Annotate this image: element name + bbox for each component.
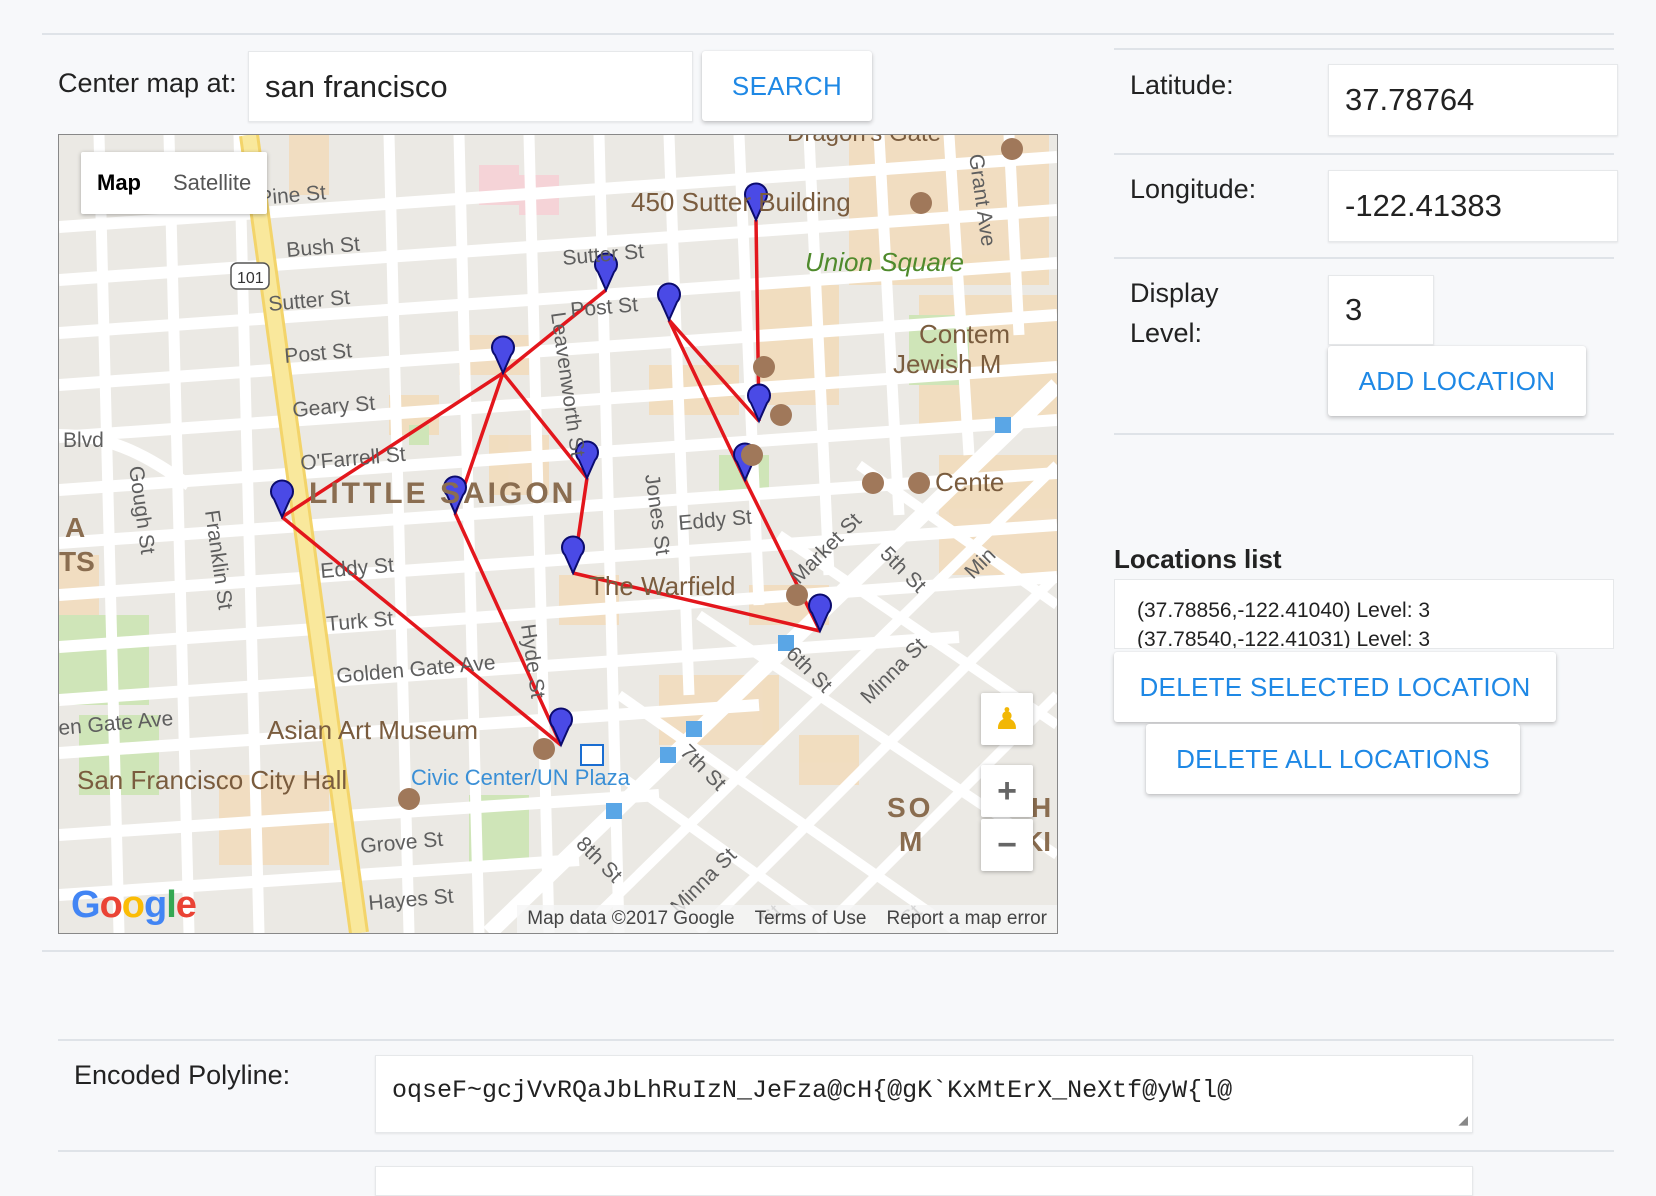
locations-list-title: Locations list xyxy=(1114,544,1282,574)
search-input[interactable]: san francisco xyxy=(248,51,693,122)
hotel-icon xyxy=(1001,138,1023,160)
area-label: Dragon's Gate xyxy=(787,135,941,147)
neighborhood-label: LITTLE SAIGON xyxy=(309,477,576,510)
encoded-polyline-value: oqseF~gcjVvRQaJbLhRuIzN_JeFza@cH{@gK`KxM… xyxy=(392,1076,1233,1105)
transit-icon xyxy=(686,721,702,737)
neighborhood-label: TS xyxy=(59,546,95,577)
encoded-polyline-label: Encoded Polyline: xyxy=(74,1060,291,1090)
next-field-input[interactable] xyxy=(375,1166,1473,1196)
display-level-label-1: Display xyxy=(1130,278,1219,308)
street-label: Blvd xyxy=(63,429,104,452)
map-attribution-bar: Map data ©2017 Google Terms of Use Repor… xyxy=(517,905,1057,933)
map-type-satellite-button[interactable]: Satellite xyxy=(157,152,267,214)
neighborhood-label: M xyxy=(899,826,922,857)
poi-label: San Francisco City Hall xyxy=(77,765,347,795)
location-list-item[interactable]: (37.78856,-122.41040) Level: 3 xyxy=(1137,596,1613,625)
display-level-label-2: Level: xyxy=(1130,318,1203,348)
longitude-value: -122.41383 xyxy=(1345,188,1502,223)
report-error-link[interactable]: Report a map error xyxy=(876,908,1057,930)
theater-icon xyxy=(786,584,808,606)
map-data-attribution: Map data ©2017 Google xyxy=(527,908,735,929)
poi-label: 450 Sutter Building xyxy=(631,187,851,217)
museum-icon xyxy=(533,738,555,760)
poi-label: Jewish M xyxy=(893,349,1001,379)
hotel-icon xyxy=(753,356,775,378)
museum-icon xyxy=(741,444,763,466)
hotel-icon xyxy=(770,404,792,426)
neighborhood-label: H xyxy=(1031,792,1051,823)
transit-icon xyxy=(606,803,622,819)
location-list-item[interactable]: (37.78540,-122.41031) Level: 3 xyxy=(1137,625,1613,648)
poi-label: Contem xyxy=(919,319,1010,349)
delete-all-locations-button[interactable]: DELETE ALL LOCATIONS xyxy=(1146,724,1520,794)
poi-label: Asian Art Museum xyxy=(267,715,478,745)
google-logo[interactable]: Google xyxy=(71,884,197,927)
zoom-in-button[interactable]: + xyxy=(981,765,1033,817)
neighborhood-label: SO xyxy=(887,792,933,823)
transit-icon xyxy=(660,747,676,763)
encoded-polyline-textarea[interactable]: oqseF~gcjVvRQaJbLhRuIzN_JeFza@cH{@gK`KxM… xyxy=(375,1055,1473,1133)
section-divider xyxy=(58,1150,1614,1152)
display-level-input[interactable]: 3 xyxy=(1328,275,1434,345)
landmark-icon xyxy=(910,192,932,214)
zoom-out-button[interactable]: − xyxy=(981,819,1033,871)
right-divider xyxy=(1114,257,1614,259)
section-divider xyxy=(42,950,1614,952)
center-map-label: Center map at: xyxy=(58,68,237,98)
poi-label: Civic Center/UN Plaza xyxy=(411,765,631,790)
longitude-input[interactable]: -122.41383 xyxy=(1328,170,1618,242)
section-divider xyxy=(58,1039,1614,1041)
search-button[interactable]: SEARCH xyxy=(702,51,872,121)
latitude-label: Latitude: xyxy=(1130,70,1234,100)
display-level-value: 3 xyxy=(1345,292,1363,327)
locations-listbox[interactable]: (37.78856,-122.41040) Level: 3 (37.78540… xyxy=(1114,579,1614,649)
map-view[interactable]: Pine St Bush St Sutter St Post St Geary … xyxy=(58,134,1058,934)
right-divider xyxy=(1114,153,1614,155)
add-location-button[interactable]: ADD LOCATION xyxy=(1328,346,1586,416)
search-input-value: san francisco xyxy=(265,68,448,104)
poi-label: Union Square xyxy=(805,247,964,277)
poi-label: Cente xyxy=(935,467,1004,497)
latitude-value: 37.78764 xyxy=(1345,82,1475,117)
map-canvas[interactable]: Pine St Bush St Sutter St Post St Geary … xyxy=(59,135,1057,933)
hotel-icon xyxy=(862,472,884,494)
map-type-control: Map Satellite xyxy=(81,152,268,214)
poi-label: The Warfield xyxy=(589,571,735,601)
neighborhood-label: A xyxy=(65,512,85,543)
right-divider-top xyxy=(1114,48,1614,50)
bart-icon xyxy=(580,744,604,766)
street-view-pegman-icon[interactable]: ♟ xyxy=(981,693,1033,745)
resize-handle-icon[interactable]: ◢ xyxy=(1458,1110,1468,1130)
top-divider xyxy=(42,33,1614,35)
latitude-input[interactable]: 37.78764 xyxy=(1328,64,1618,136)
transit-icon xyxy=(995,417,1011,433)
hwy-number: 101 xyxy=(237,270,264,287)
longitude-label: Longitude: xyxy=(1130,174,1257,204)
delete-selected-location-button[interactable]: DELETE SELECTED LOCATION xyxy=(1114,652,1556,722)
terms-link[interactable]: Terms of Use xyxy=(745,908,877,930)
right-divider xyxy=(1114,433,1614,435)
map-type-map-button[interactable]: Map xyxy=(81,152,157,214)
camera-icon xyxy=(908,472,930,494)
landmark-icon xyxy=(398,788,420,810)
